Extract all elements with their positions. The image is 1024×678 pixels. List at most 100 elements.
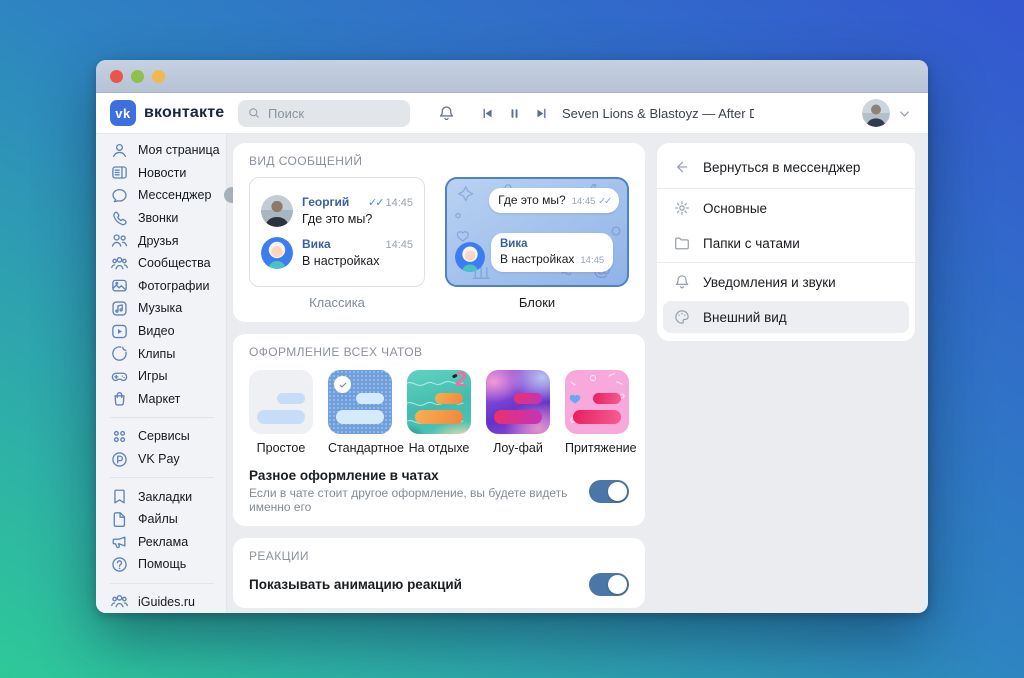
per-chat-themes-description: Если в чате стоит другое оформление, вы … xyxy=(249,486,568,514)
flamingo-float: 2 xyxy=(454,370,468,392)
sidebar-item-my-page[interactable]: Моя страница xyxy=(96,139,226,162)
message-style-classic-option[interactable]: Георгий ✓✓ 14:45 Где это мы? Вика 14:45 … xyxy=(249,177,425,287)
section-title: РЕАКЦИИ xyxy=(249,549,309,563)
sidebar-item-friends[interactable]: Друзья xyxy=(96,229,226,252)
settings-item-appearance[interactable]: Внешний вид xyxy=(663,301,909,333)
theme-preview[interactable] xyxy=(565,370,629,434)
bookmark-icon xyxy=(110,487,129,506)
fullscreen-button[interactable] xyxy=(131,69,144,83)
sidebar-item-iguides[interactable]: iGuides.ru xyxy=(96,591,226,613)
settings-item-general[interactable]: Основные xyxy=(663,192,909,224)
settings-item-notifications[interactable]: Уведомления и звуки xyxy=(663,266,909,298)
settings-nav-panel: Вернуться в мессенджер Основные Папки с … xyxy=(657,143,915,341)
sidebar-item-bookmarks[interactable]: Закладки xyxy=(96,485,226,508)
photos-icon xyxy=(110,276,129,295)
close-button[interactable] xyxy=(110,69,123,83)
chevron-down-icon xyxy=(895,104,914,123)
per-chat-themes-toggle[interactable] xyxy=(589,479,629,503)
sidebar-item-ads[interactable]: Реклама xyxy=(96,531,226,554)
sidebar-item-clips[interactable]: Клипы xyxy=(96,342,226,365)
message-time: 14:45 xyxy=(385,239,413,251)
message-style-label-classic[interactable]: Классика xyxy=(249,295,425,310)
messenger-icon xyxy=(110,186,129,205)
next-track-icon[interactable] xyxy=(534,106,549,121)
message-time: 14:45 xyxy=(385,197,413,209)
sidebar-item-label: Закладки xyxy=(138,489,193,504)
chat-theme-simple[interactable]: Простое xyxy=(249,370,313,455)
sidebar-item-label: Новости xyxy=(138,165,187,180)
preview-message: Георгий ✓✓ 14:45 Где это мы? xyxy=(261,195,413,227)
theme-label: Лоу-фай xyxy=(493,441,543,455)
theme-label: Стандартное xyxy=(328,441,404,455)
settings-item-label: Внешний вид xyxy=(703,309,787,325)
phone-icon xyxy=(110,209,129,228)
left-sidebar: Моя страница Новости Мессенджер1 Звонки … xyxy=(96,134,246,613)
vkpay-icon xyxy=(110,450,129,469)
search-placeholder: Поиск xyxy=(268,105,305,121)
reactions-animation-toggle[interactable] xyxy=(589,573,629,596)
sidebar-item-messenger[interactable]: Мессенджер1 xyxy=(96,184,246,207)
settings-item-chat-folders[interactable]: Папки с чатами xyxy=(663,227,909,259)
sidebar-item-video[interactable]: Видео xyxy=(96,320,226,343)
avatar-vika xyxy=(261,237,293,269)
sidebar-item-help[interactable]: Помощь xyxy=(96,553,226,576)
previous-track-icon[interactable] xyxy=(480,106,495,121)
message-style-label-blocks[interactable]: Блоки xyxy=(445,295,629,310)
sidebar-item-news[interactable]: Новости xyxy=(96,162,226,185)
sidebar-item-services[interactable]: Сервисы xyxy=(96,425,226,448)
sidebar-item-files[interactable]: Файлы xyxy=(96,508,226,531)
pause-icon[interactable] xyxy=(507,106,522,121)
sidebar-item-label: VK Pay xyxy=(138,452,180,467)
vk-logo-icon: vk xyxy=(110,100,136,126)
user-icon xyxy=(110,141,129,160)
chat-theme-lofi[interactable]: Лоу-фай xyxy=(486,370,550,455)
chat-theme-attraction[interactable]: Притяжение xyxy=(565,370,637,455)
sidebar-item-label: Фотографии xyxy=(138,278,210,293)
sidebar-item-photos[interactable]: Фотографии xyxy=(96,275,226,298)
search-input[interactable]: Поиск xyxy=(238,99,410,127)
chat-theme-vacation[interactable]: 2 На отдыхе xyxy=(407,370,471,455)
sidebar-item-label: Друзья xyxy=(138,233,179,248)
arrow-left-icon xyxy=(673,158,691,176)
theme-preview[interactable]: 2 xyxy=(407,370,471,434)
theme-preview[interactable] xyxy=(328,370,392,434)
sidebar-item-label: Видео xyxy=(138,324,175,339)
window-titlebar[interactable] xyxy=(96,60,928,93)
sidebar-item-label: Помощь xyxy=(138,557,187,572)
message-text: В настройках xyxy=(500,252,575,266)
message-text: В настройках xyxy=(302,254,380,268)
sidebar-item-label: Файлы xyxy=(138,512,178,527)
palette-icon xyxy=(673,308,691,326)
sidebar-item-label: Моя страница xyxy=(138,143,220,158)
sidebar-item-label: Сервисы xyxy=(138,429,190,444)
search-icon xyxy=(247,106,261,120)
notifications-bell-icon[interactable] xyxy=(437,104,456,123)
sidebar-item-games[interactable]: Игры xyxy=(96,365,226,388)
group-icon xyxy=(110,592,129,611)
music-player-controls xyxy=(480,106,549,121)
sidebar-divider xyxy=(110,417,214,419)
sender-name: Вика xyxy=(500,238,528,250)
vk-home-link[interactable]: vk вконтакте xyxy=(110,100,230,126)
sidebar-item-music[interactable]: Музыка xyxy=(96,297,226,320)
megaphone-icon xyxy=(110,532,129,551)
message-style-blocks-option[interactable]: @ Где это мы?14:45 ✓✓ xyxy=(445,177,629,287)
now-playing-title[interactable]: Seven Lions & Blastoyz — After Dark (... xyxy=(562,106,754,121)
theme-preview[interactable] xyxy=(486,370,550,434)
sidebar-item-calls[interactable]: Звонки xyxy=(96,207,226,230)
messages-view-card: ВИД СООБЩЕНИЙ Георгий ✓✓ 14:45 Где это м… xyxy=(233,143,645,322)
sidebar-item-vkpay[interactable]: VK Pay xyxy=(96,448,226,471)
sidebar-item-label: iGuides.ru xyxy=(138,594,195,609)
account-menu[interactable] xyxy=(862,99,914,127)
back-to-messenger-button[interactable]: Вернуться в мессенджер xyxy=(657,148,915,187)
sidebar-item-market[interactable]: Маркет xyxy=(96,388,226,411)
music-icon xyxy=(110,299,129,318)
read-checks-icon: ✓✓ xyxy=(368,197,385,209)
theme-label: Простое xyxy=(256,441,306,455)
vk-wordmark: вконтакте xyxy=(144,104,225,121)
avatar-vika xyxy=(455,242,485,272)
minimize-button[interactable] xyxy=(152,69,165,83)
chat-theme-standard[interactable]: Стандартное xyxy=(328,370,404,455)
theme-preview[interactable] xyxy=(249,370,313,434)
sidebar-item-communities[interactable]: Сообщества xyxy=(96,252,226,275)
